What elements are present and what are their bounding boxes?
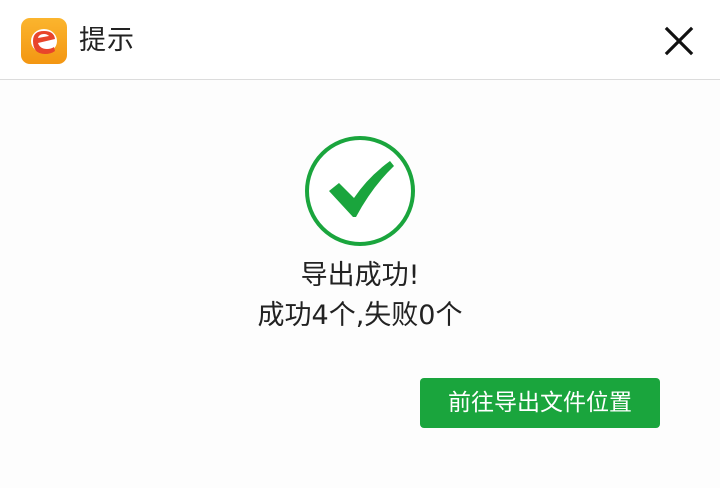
open-export-location-button[interactable]: 前往导出文件位置 <box>420 378 660 428</box>
checkmark-circle-icon <box>305 136 415 246</box>
export-result-dialog: 提示 导出成功! 成功4个,失败0个 前往导出文件位置 <box>0 0 720 488</box>
close-icon[interactable] <box>658 20 700 62</box>
export-success-message: 导出成功! <box>300 260 420 291</box>
e-logo-icon <box>21 18 67 64</box>
export-count-summary: 成功4个,失败0个 <box>257 300 463 331</box>
dialog-title: 提示 <box>79 25 135 56</box>
dialog-titlebar: 提示 <box>0 0 720 80</box>
